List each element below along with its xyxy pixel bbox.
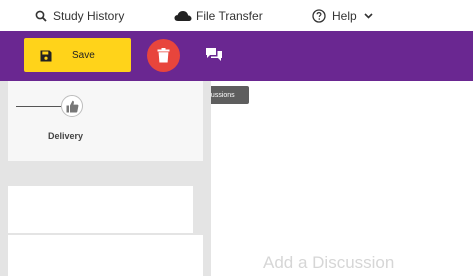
save-label: Save	[72, 50, 95, 61]
study-history-link[interactable]: Study History	[35, 8, 124, 24]
discussions-button[interactable]	[205, 47, 223, 63]
stage-tracker: Delivery	[8, 81, 203, 161]
stage-label-delivery: Delivery	[48, 131, 84, 141]
search-icon	[35, 10, 47, 22]
help-label: Help	[332, 9, 357, 23]
file-transfer-label: File Transfer	[196, 9, 263, 23]
help-menu[interactable]: Help	[312, 8, 373, 24]
chat-bubbles-icon	[205, 48, 223, 67]
cloud-icon	[174, 10, 192, 22]
add-discussion-placeholder[interactable]: Add a Discussion	[263, 253, 394, 273]
delete-button[interactable]	[147, 39, 180, 72]
thumbs-up-icon[interactable]	[61, 95, 83, 117]
top-navigation: Study History File Transfer Help	[0, 0, 473, 31]
stage-connector-line	[16, 106, 61, 107]
floppy-disk-icon	[40, 49, 52, 67]
save-button[interactable]: Save	[24, 38, 131, 72]
action-toolbar: Save	[0, 31, 473, 81]
help-circle-icon	[312, 9, 326, 23]
content-card	[8, 235, 203, 276]
chevron-down-icon	[364, 13, 373, 19]
study-history-label: Study History	[53, 9, 125, 23]
file-transfer-link[interactable]: File Transfer	[174, 8, 263, 24]
content-card	[8, 186, 193, 233]
left-panel: Delivery	[0, 81, 211, 276]
